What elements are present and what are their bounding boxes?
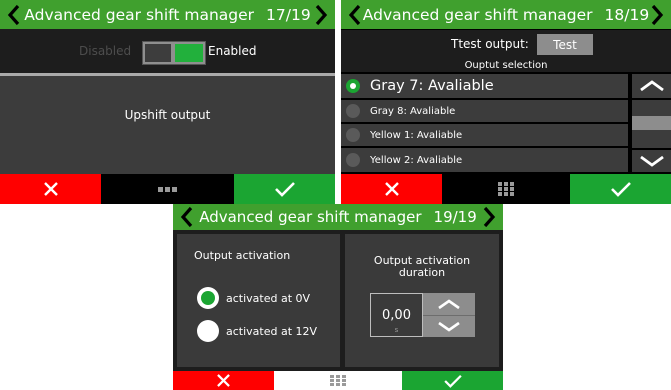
screen-title: Advanced gear shift manager [362, 5, 593, 24]
upshift-output-item[interactable]: Upshift output [0, 76, 335, 174]
menu-button[interactable] [442, 174, 570, 204]
prev-screen-button[interactable] [0, 0, 28, 29]
close-icon [43, 182, 58, 196]
cancel-button[interactable] [0, 174, 101, 204]
option-label: activated at 12V [226, 325, 318, 338]
toggle-on-indicator [175, 44, 203, 62]
close-icon [217, 374, 230, 387]
grid-icon [330, 374, 346, 386]
output-selection-title: Ouptut selection [341, 59, 671, 72]
radio-unselected-icon [197, 320, 219, 342]
radio-selected-icon [197, 287, 219, 309]
chevron-right-icon [651, 4, 664, 25]
confirm-button[interactable] [234, 174, 335, 204]
chevron-down-icon [438, 321, 460, 332]
check-icon [443, 374, 462, 388]
disabled-label: Disabled [79, 44, 132, 58]
output-option[interactable]: Gray 7: Avaliable [341, 74, 628, 98]
page-indicator: 17/19 [266, 5, 311, 24]
option-label: Gray 8: Avaliable [370, 105, 456, 117]
page-indicator: 19/19 [433, 208, 477, 226]
test-output-row: Ttest output: Test [341, 30, 671, 59]
output-option[interactable]: Yellow 2: Avaliable [341, 148, 628, 172]
screen-header: Advanced gear shift manager 18/19 [341, 0, 671, 29]
next-screen-button[interactable] [307, 0, 335, 29]
decrease-button[interactable] [423, 315, 475, 337]
chevron-right-icon [483, 206, 496, 228]
option-label: activated at 0V [226, 292, 311, 305]
enable-toggle[interactable] [142, 41, 206, 65]
radio-unselected-icon [346, 104, 360, 118]
option-label: Yellow 2: Avaliable [370, 154, 463, 166]
test-button[interactable]: Test [537, 34, 593, 55]
toggle-knob [145, 44, 171, 62]
screen-header: Advanced gear shift manager 17/19 [0, 0, 335, 29]
option-label: Yellow 1: Avaliable [370, 129, 463, 141]
scrollbar-track[interactable] [632, 100, 671, 148]
activation-duration-section: Output activation duration 0,00 s [345, 234, 499, 367]
radio-selected-icon [346, 79, 360, 93]
footer-bar [173, 371, 503, 390]
chevron-right-icon [315, 4, 328, 25]
output-activation-title: Output activation [194, 249, 291, 262]
scrollbar-thumb[interactable] [632, 116, 671, 130]
close-icon [384, 182, 399, 196]
enabled-label: Enabled [208, 44, 257, 58]
check-icon [610, 182, 631, 197]
menu-button[interactable] [274, 371, 402, 390]
option-label: Gray 7: Avaliable [370, 78, 494, 94]
duration-value-display[interactable]: 0,00 s [370, 293, 423, 337]
cancel-button[interactable] [341, 174, 442, 204]
chevron-up-icon [438, 298, 460, 309]
screen-18: Advanced gear shift manager 18/19 Ttest … [341, 0, 671, 204]
screen-header: Advanced gear shift manager 19/19 [173, 204, 503, 230]
chevron-left-icon [348, 4, 361, 25]
screen-17: Advanced gear shift manager 17/19 Disabl… [0, 0, 335, 204]
chevron-left-icon [7, 4, 20, 25]
confirm-button[interactable] [570, 174, 671, 204]
scroll-down-button[interactable] [632, 150, 671, 172]
confirm-button[interactable] [402, 371, 503, 390]
section-title: Ouptut selection [464, 60, 548, 71]
prev-screen-button[interactable] [341, 0, 369, 29]
menu-button[interactable] [101, 174, 234, 204]
chevron-up-icon [639, 80, 664, 92]
chevron-down-icon [639, 155, 664, 167]
next-screen-button[interactable] [475, 204, 503, 230]
screen-title: Advanced gear shift manager [199, 208, 422, 226]
activated-12v-option[interactable]: activated at 12V [197, 320, 337, 344]
output-activation-section: Output activation activated at 0V activa… [177, 234, 340, 367]
radio-unselected-icon [346, 128, 360, 142]
toggle-row: Disabled Enabled [0, 30, 335, 73]
footer-bar [0, 174, 335, 204]
increase-button[interactable] [423, 293, 475, 315]
footer-bar [341, 174, 671, 204]
duration-title: Output activation duration [373, 254, 471, 279]
screen-19: Advanced gear shift manager 19/19 Output… [173, 204, 503, 390]
output-option[interactable]: Yellow 1: Avaliable [341, 124, 628, 146]
duration-unit: s [394, 326, 399, 334]
radio-unselected-icon [346, 153, 360, 167]
prev-screen-button[interactable] [173, 204, 201, 230]
output-option[interactable]: Gray 8: Avaliable [341, 100, 628, 122]
dots-icon [157, 186, 177, 192]
check-icon [274, 182, 295, 197]
grid-icon [498, 182, 514, 196]
cancel-button[interactable] [173, 371, 274, 390]
duration-value: 0,00 [382, 308, 411, 323]
next-screen-button[interactable] [643, 0, 671, 29]
chevron-left-icon [180, 206, 193, 228]
test-output-label: Ttest output: [451, 37, 529, 51]
upshift-output-label: Upshift output [124, 108, 211, 122]
activated-0v-option[interactable]: activated at 0V [197, 287, 337, 311]
screen-title: Advanced gear shift manager [24, 5, 255, 24]
scroll-up-button[interactable] [632, 74, 671, 98]
test-button-label: Test [553, 37, 577, 52]
